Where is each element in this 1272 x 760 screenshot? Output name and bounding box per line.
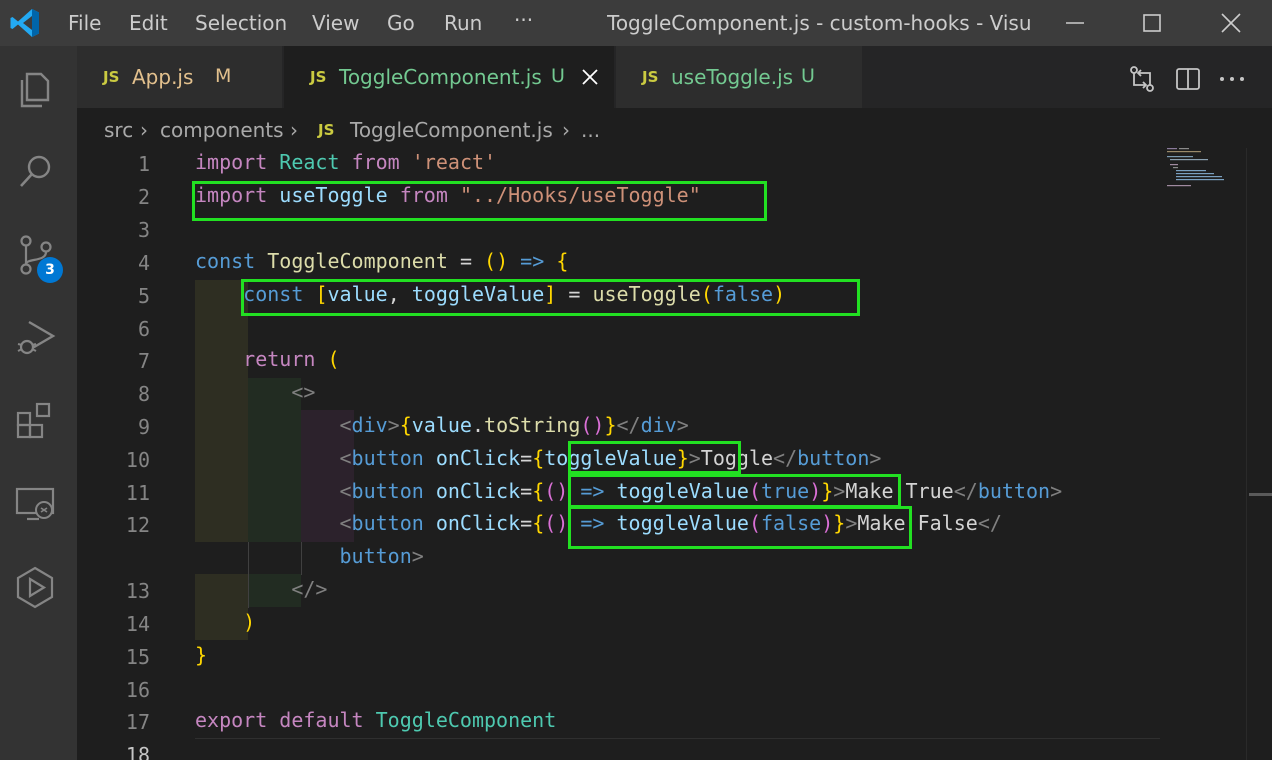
line-number: 15 <box>125 645 150 669</box>
code-line-7[interactable]: return ( <box>195 347 339 371</box>
highlight-togglevalue-handler <box>568 441 741 474</box>
js-file-icon: JS <box>310 68 327 86</box>
line-number: 5 <box>137 284 150 308</box>
js-file-icon: JS <box>642 68 659 86</box>
code-editor[interactable]: 1 2 3 4 5 6 7 8 9 10 11 12 13 14 15 16 1… <box>77 148 1272 760</box>
highlight-usetoggle-call <box>241 279 860 316</box>
scm-badge: 3 <box>37 257 63 283</box>
minimap[interactable] <box>1166 148 1246 188</box>
line-number: 6 <box>137 317 150 341</box>
minimize-icon[interactable] <box>1056 4 1094 42</box>
menu-run[interactable]: Run <box>444 11 482 35</box>
menu-go[interactable]: Go <box>387 11 415 35</box>
chevron-right-icon: › <box>290 118 298 142</box>
window-title: ToggleComponent.js - custom-hooks - Visu… <box>607 11 1032 35</box>
line-number: 16 <box>125 678 150 702</box>
explorer-icon[interactable] <box>13 66 59 112</box>
menu-file[interactable]: File <box>68 11 101 35</box>
highlight-toggle-true-handler <box>568 474 901 508</box>
current-line-highlight <box>195 738 1160 739</box>
scrollbar-cursor-marker <box>1249 493 1272 496</box>
line-number: 12 <box>125 513 150 537</box>
line-number: 7 <box>137 349 150 373</box>
breadcrumb-components[interactable]: components <box>160 118 284 142</box>
chevron-right-icon: › <box>562 118 570 142</box>
search-icon[interactable] <box>13 148 59 194</box>
extensions-icon[interactable] <box>13 398 59 444</box>
code-line-9[interactable]: <div>{value.toString()}</div> <box>195 413 689 437</box>
tab-label: App.js <box>132 65 194 89</box>
chevron-right-icon: › <box>140 118 148 142</box>
code-line-17[interactable]: export default ToggleComponent <box>195 708 556 732</box>
line-number: 10 <box>125 448 150 472</box>
line-number: 1 <box>137 152 150 176</box>
line-number: 11 <box>125 481 150 505</box>
code-line-15[interactable]: } <box>195 643 207 667</box>
line-number: 2 <box>137 185 150 209</box>
menu-more[interactable]: ··· <box>514 8 533 32</box>
highlight-toggle-false-handler <box>568 506 912 549</box>
breadcrumb-file[interactable]: ToggleComponent.js <box>350 118 553 142</box>
menu-edit[interactable]: Edit <box>129 11 168 35</box>
tab-label: ToggleComponent.js <box>339 65 542 89</box>
open-changes-icon[interactable] <box>1126 63 1158 95</box>
tab-git-status: M <box>215 65 232 87</box>
line-number-current: 18 <box>125 743 150 760</box>
activity-bar: 3 <box>0 46 77 760</box>
vscode-logo-icon[interactable] <box>8 6 42 40</box>
run-debug-icon[interactable] <box>13 314 59 360</box>
close-window-icon[interactable] <box>1212 4 1250 42</box>
code-line-1[interactable]: import React from 'react' <box>195 150 496 174</box>
js-file-icon: JS <box>318 121 335 139</box>
remote-explorer-icon[interactable] <box>13 482 59 528</box>
line-number: 17 <box>125 710 150 734</box>
tab-usetoggle-js[interactable]: JS useToggle.js U <box>616 46 863 108</box>
split-editor-icon[interactable] <box>1172 63 1204 95</box>
line-number: 14 <box>125 612 150 636</box>
line-number: 3 <box>137 218 150 242</box>
maximize-icon[interactable] <box>1133 4 1171 42</box>
tab-label: useToggle.js <box>671 65 794 89</box>
code-line-10[interactable]: <button onClick={toggleValue}>Toggle</bu… <box>195 446 882 470</box>
menu-selection[interactable]: Selection <box>195 11 287 35</box>
vertical-scrollbar[interactable] <box>1246 148 1272 760</box>
code-line-8[interactable]: <> <box>195 380 315 404</box>
js-file-icon: JS <box>103 68 120 86</box>
menu-view[interactable]: View <box>312 11 359 35</box>
highlight-import-usetoggle <box>192 181 767 221</box>
title-bar: File Edit Selection View Go Run ··· Togg… <box>0 0 1272 46</box>
code-line-12-wrap[interactable]: button> <box>195 544 424 568</box>
more-actions-icon[interactable] <box>1216 63 1248 95</box>
line-number: 13 <box>125 579 150 603</box>
breadcrumb: src › components › JS ToggleComponent.js… <box>77 108 1272 148</box>
line-number: 9 <box>137 415 150 439</box>
code-line-14[interactable]: ) <box>195 610 255 634</box>
line-number: 8 <box>137 382 150 406</box>
live-share-icon[interactable] <box>13 564 59 610</box>
code-line-4[interactable]: const ToggleComponent = () => { <box>195 249 568 273</box>
tab-app-js[interactable]: JS App.js M <box>77 46 283 108</box>
tab-git-status: U <box>551 65 565 87</box>
tab-git-status: U <box>801 65 815 87</box>
code-line-13[interactable]: </> <box>195 577 327 601</box>
line-number: 4 <box>137 251 150 275</box>
breadcrumb-symbols[interactable]: ... <box>581 118 600 142</box>
close-tab-icon[interactable] <box>580 67 600 87</box>
breadcrumb-src[interactable]: src <box>104 118 133 142</box>
tab-togglecomponent-js[interactable]: JS ToggleComponent.js U <box>284 46 615 108</box>
tab-bar: JS App.js M JS ToggleComponent.js U JS u… <box>77 46 1272 108</box>
